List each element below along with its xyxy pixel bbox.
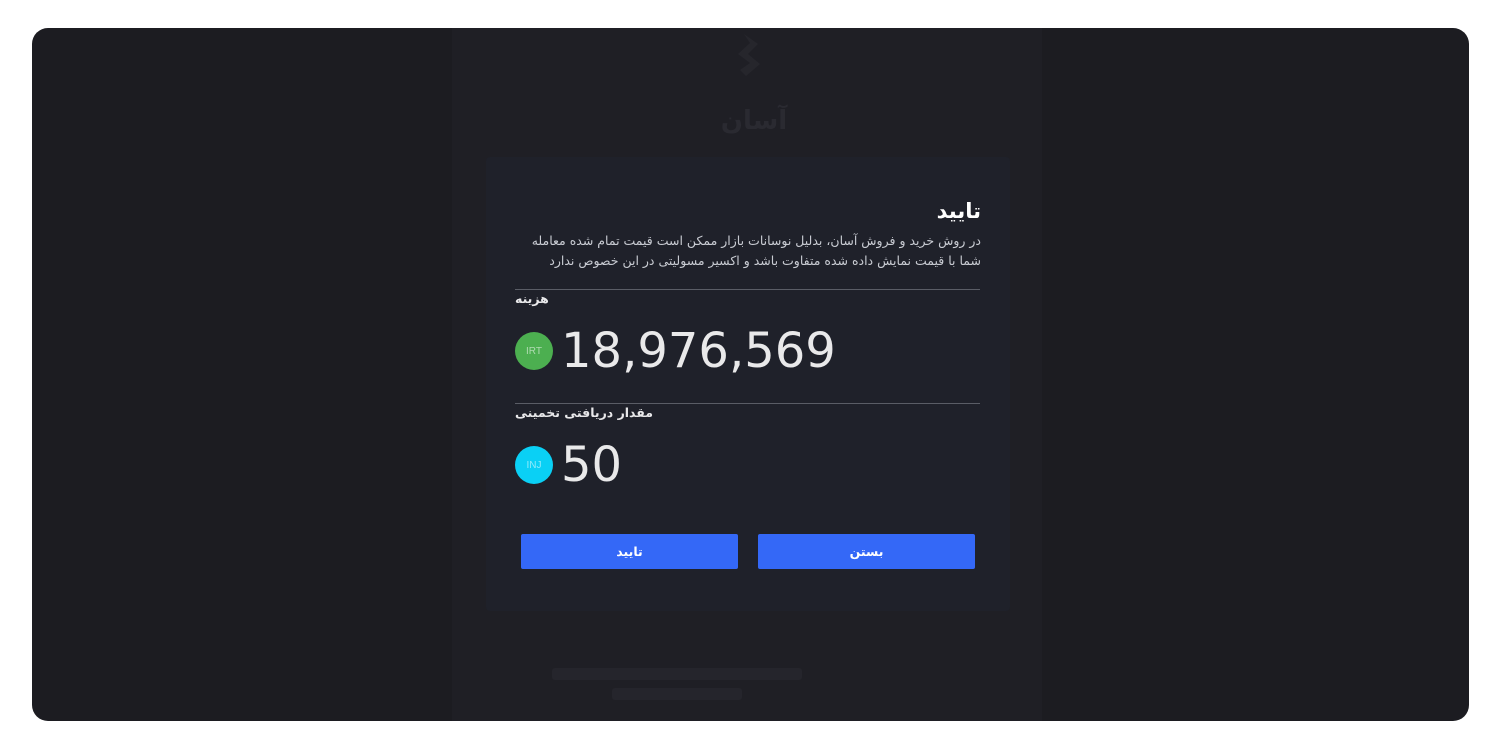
confirm-dialog: تایید در روش خرید و فروش آسان، بدلیل نوس… [486, 157, 1010, 611]
confirm-button[interactable]: تایید [521, 534, 738, 569]
background-text-line [612, 688, 742, 700]
app-logo-icon [738, 34, 760, 76]
receive-amount-row: INJ 50 [515, 437, 622, 493]
background-text-line [552, 668, 802, 680]
background-title: آسان [720, 106, 788, 136]
irt-currency-icon: IRT [515, 332, 553, 370]
divider [515, 289, 980, 290]
cost-value: 18,976,569 [561, 323, 836, 379]
cost-label: هزینه [515, 291, 549, 306]
app-screen: آسان تایید در روش خرید و فروش آسان، بدلی… [32, 28, 1469, 721]
receive-label: مقدار دریافتی تخمینی [515, 405, 654, 420]
receive-value: 50 [561, 437, 623, 493]
inj-currency-icon: INJ [515, 446, 553, 484]
cost-amount-row: IRT 18,976,569 [515, 323, 836, 379]
dialog-description: در روش خرید و فروش آسان، بدلیل نوسانات ب… [531, 233, 981, 268]
dialog-title: تایید [936, 199, 981, 223]
divider [515, 403, 980, 404]
close-button[interactable]: بستن [758, 534, 975, 569]
